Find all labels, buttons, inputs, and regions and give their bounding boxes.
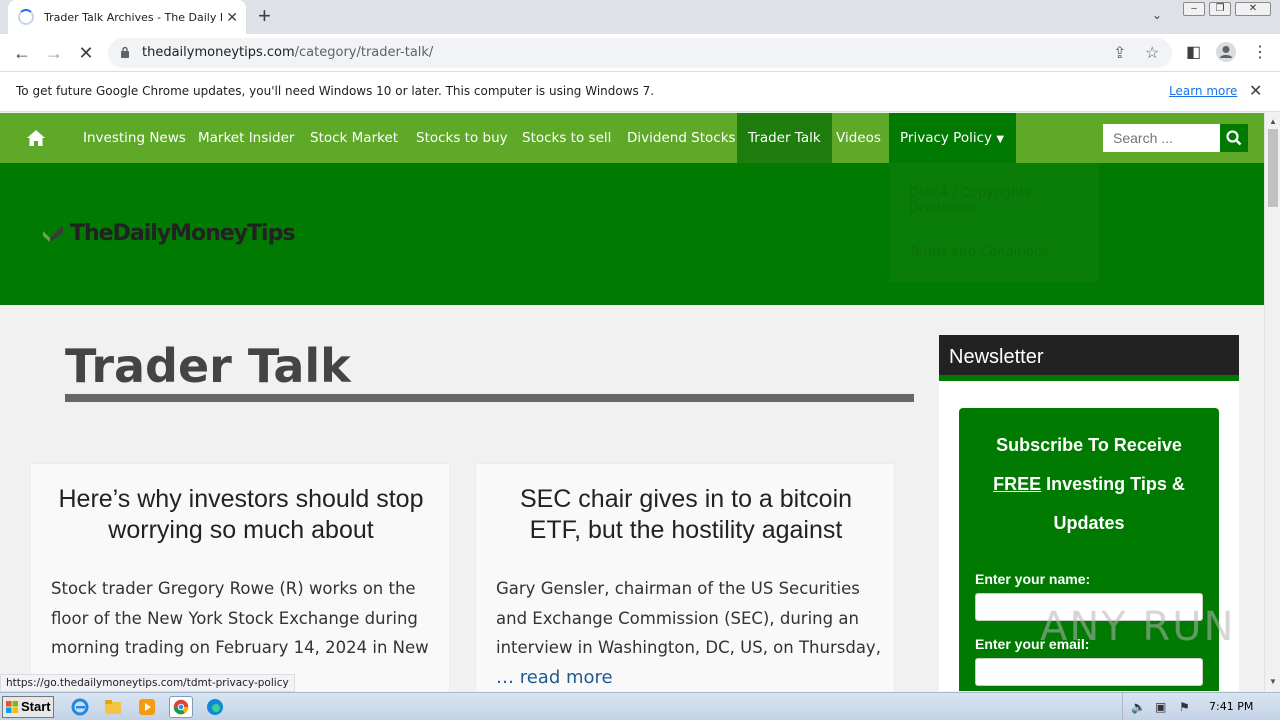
nav-videos[interactable]: Videos	[825, 113, 892, 163]
subscribe-line-2: Investing Tips &	[1046, 474, 1185, 494]
nav-dividend-stocks[interactable]: Dividend Stocks	[616, 113, 747, 163]
tab-title: Trader Talk Archives - The Daily Money	[44, 10, 222, 24]
minimize-button[interactable]: –	[1183, 2, 1205, 16]
close-tab-icon[interactable]: ✕	[226, 9, 238, 25]
windows-flag-icon	[6, 701, 18, 713]
read-more-link[interactable]: … read more	[496, 667, 613, 688]
file-explorer-icon[interactable]	[103, 697, 123, 717]
chrome-icon[interactable]	[169, 696, 193, 718]
nav-privacy-policy[interactable]: Privacy Policy ▼	[889, 113, 1016, 163]
nav-stock-market[interactable]: Stock Market	[299, 113, 409, 163]
scroll-down-icon[interactable]: ▼	[1269, 677, 1277, 686]
post-excerpt: Stock trader Gregory Rowe (R) works on t…	[51, 579, 429, 657]
start-button[interactable]: Start	[2, 696, 54, 718]
status-url-bubble: https://go.thedailymoneytips.com/tdmt-pr…	[0, 674, 295, 692]
window-close-button[interactable]: ✕	[1235, 2, 1271, 16]
bookmark-star-icon[interactable]: ☆	[1145, 43, 1159, 63]
new-tab-button[interactable]: +	[258, 5, 271, 27]
subscribe-line-3: Updates	[1053, 513, 1125, 533]
action-center-flag-icon[interactable]: ⚑	[1179, 700, 1190, 714]
learn-more-link[interactable]: Learn more	[1169, 84, 1237, 98]
infobar-message: To get future Google Chrome updates, you…	[16, 84, 655, 98]
search-input[interactable]	[1103, 124, 1220, 152]
edge-icon[interactable]	[205, 697, 225, 717]
url-text: thedailymoneytips.com/category/trader-ta…	[142, 45, 433, 60]
side-panel-icon[interactable]: ◧	[1186, 42, 1201, 62]
email-field[interactable]	[975, 658, 1203, 686]
privacy-dropdown: DMCA / Copyrights Disclaimer Terms and C…	[889, 163, 1099, 282]
stop-loading-button[interactable]: ✕	[74, 41, 98, 65]
site-logo[interactable]: TheDailyMoneyTips	[42, 221, 295, 246]
nav-stocks-to-sell[interactable]: Stocks to sell	[511, 113, 622, 163]
title-underline	[65, 394, 914, 402]
nav-stocks-to-buy[interactable]: Stocks to buy	[405, 113, 519, 163]
post-card[interactable]: Here’s why investors should stop worryin…	[30, 463, 450, 691]
network-icon[interactable]: ▣	[1155, 700, 1166, 714]
forward-button[interactable]: →	[42, 41, 66, 65]
media-player-icon[interactable]	[137, 697, 157, 717]
update-infobar: To get future Google Chrome updates, you…	[0, 72, 1280, 112]
tab-strip: Trader Talk Archives - The Daily Money ✕…	[0, 0, 1280, 34]
nav-investing-news[interactable]: Investing News	[72, 113, 197, 163]
name-label: Enter your name:	[975, 571, 1091, 587]
dropdown-dmca[interactable]: DMCA / Copyrights Disclaimer	[909, 186, 1099, 216]
logo-text: TheDailyMoneyTips	[70, 221, 295, 246]
loading-spinner-icon	[18, 9, 34, 25]
nav-trader-talk[interactable]: Trader Talk	[737, 113, 832, 163]
subscribe-text: Subscribe To Receive FREE Investing Tips…	[959, 426, 1219, 543]
post-excerpt: Gary Gensler, chairman of the US Securit…	[496, 579, 881, 657]
post-title[interactable]: Here’s why investors should stop worryin…	[31, 484, 451, 546]
url-path: /category/trader-talk/	[294, 45, 434, 60]
subscribe-line-1: Subscribe To Receive	[996, 435, 1182, 455]
windows-taskbar: Start 🔈 ▣ ⚑ 7:41 PM	[0, 692, 1280, 720]
scroll-up-icon[interactable]: ▲	[1269, 117, 1277, 126]
taskbar-clock[interactable]: 7:41 PM	[1209, 700, 1253, 713]
back-button[interactable]: ←	[10, 41, 34, 65]
restore-button[interactable]: ❐	[1209, 2, 1231, 16]
tab-search-chevron-icon[interactable]: ⌄	[1152, 8, 1162, 22]
close-infobar-icon[interactable]: ✕	[1249, 81, 1262, 101]
browser-toolbar: ← → ✕ thedailymoneytips.com/category/tra…	[0, 34, 1280, 72]
site-nav: Investing News Market Insider Stock Mark…	[0, 113, 1264, 163]
share-icon[interactable]: ⇪	[1113, 43, 1126, 63]
subscribe-free: FREE	[993, 474, 1042, 494]
dropdown-terms[interactable]: Terms and Conditions	[909, 245, 1049, 260]
search-icon[interactable]	[1220, 124, 1248, 152]
anyrun-watermark: ANY RUN	[1040, 604, 1236, 650]
logo-leaf-icon	[43, 225, 63, 242]
page-scrollbar[interactable]: ▲ ▼	[1264, 113, 1280, 691]
menu-kebab-icon[interactable]: ⋮	[1252, 42, 1268, 62]
post-title[interactable]: SEC chair gives in to a bitcoin ETF, but…	[476, 484, 896, 546]
post-card[interactable]: SEC chair gives in to a bitcoin ETF, but…	[475, 463, 895, 691]
system-tray: 🔈 ▣ ⚑	[1122, 693, 1190, 720]
page-title: Trader Talk	[65, 339, 351, 393]
browser-tab[interactable]: Trader Talk Archives - The Daily Money ✕	[8, 0, 246, 34]
caret-down-icon: ▼	[996, 134, 1005, 145]
scrollbar-thumb[interactable]	[1268, 129, 1278, 207]
newsletter-heading: Newsletter	[939, 335, 1239, 381]
home-icon[interactable]	[26, 129, 46, 147]
url-host: thedailymoneytips.com	[142, 45, 295, 60]
lock-icon	[121, 46, 129, 58]
internet-explorer-icon[interactable]	[70, 697, 90, 717]
nav-market-insider[interactable]: Market Insider	[187, 113, 305, 163]
volume-icon[interactable]: 🔈	[1131, 700, 1146, 714]
start-label: Start	[21, 699, 51, 714]
nav-privacy-label: Privacy Policy	[900, 130, 993, 146]
profile-avatar-icon[interactable]	[1215, 41, 1237, 63]
address-bar[interactable]: thedailymoneytips.com/category/trader-ta…	[108, 38, 1172, 68]
